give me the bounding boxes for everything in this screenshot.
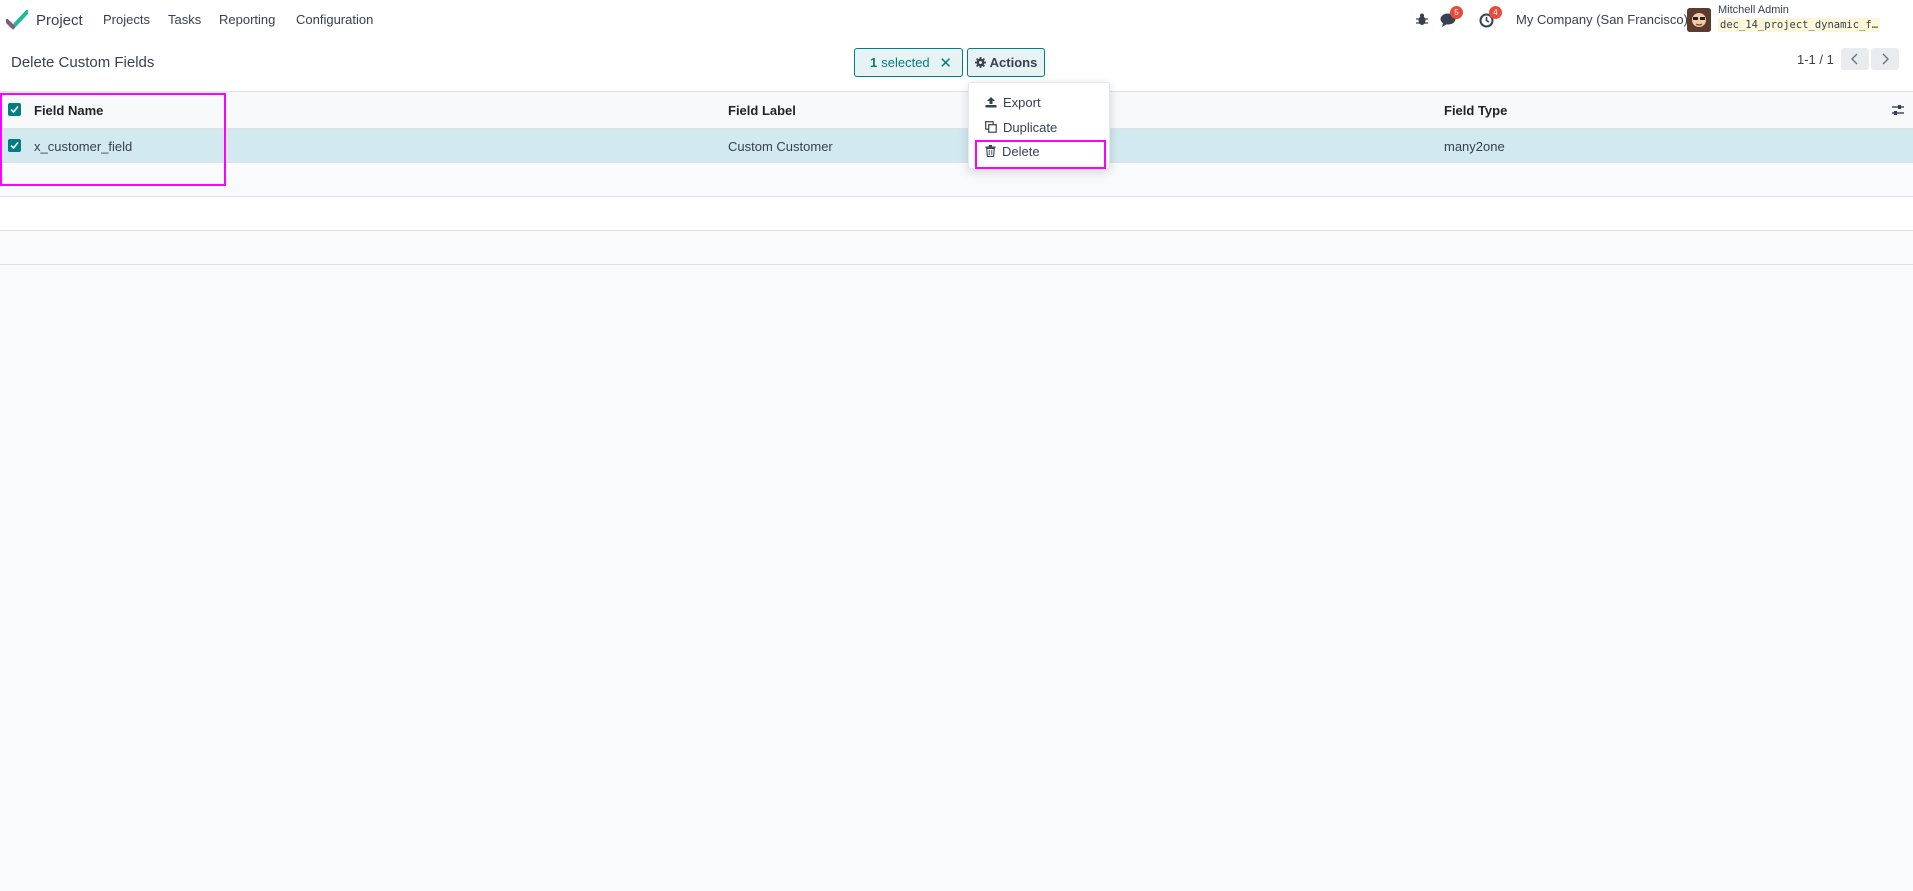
selected-count: 1 — [870, 55, 878, 70]
highlight-delete-action — [975, 140, 1106, 169]
menu-configuration[interactable]: Configuration — [296, 12, 373, 27]
highlight-selected-record — [0, 93, 226, 186]
avatar-icon — [1687, 8, 1711, 32]
selection-pill[interactable]: 1 selected ✕ — [854, 48, 963, 77]
user-name[interactable]: Mitchell Admin — [1718, 4, 1789, 16]
cell-field-label[interactable]: Custom Customer — [728, 139, 833, 154]
user-avatar[interactable] — [1687, 8, 1711, 32]
menu-projects[interactable]: Projects — [103, 12, 150, 27]
menu-item-duplicate-label: Duplicate — [1003, 119, 1058, 135]
custom-fields-list: Field Name Field Label Field Type x_cust… — [0, 92, 1913, 265]
cell-field-type[interactable]: many2one — [1444, 139, 1505, 154]
empty-row — [0, 163, 1913, 197]
activities-button[interactable]: 4 — [1479, 6, 1502, 28]
bug-icon[interactable] — [1416, 13, 1428, 26]
optional-columns-icon[interactable] — [1891, 103, 1905, 117]
actions-button[interactable]: Actions — [967, 48, 1045, 77]
column-header-field-type[interactable]: Field Type — [1444, 103, 1507, 118]
menu-item-export-label: Export — [1003, 94, 1041, 110]
pager-next-button[interactable] — [1871, 48, 1899, 70]
app-name[interactable]: Project — [36, 12, 83, 29]
control-panel: Delete Custom Fields 1 selected ✕ Action… — [0, 40, 1913, 92]
chevron-right-icon — [1882, 53, 1889, 65]
project-app-logo-icon[interactable] — [6, 10, 28, 30]
selected-label: selected — [881, 55, 930, 70]
unselect-all-icon[interactable]: ✕ — [939, 54, 952, 72]
gear-icon — [974, 57, 986, 68]
actions-label: Actions — [989, 55, 1038, 70]
pager-value[interactable]: 1-1 / 1 — [1797, 52, 1834, 67]
pager-previous-button[interactable] — [1841, 48, 1869, 70]
top-navbar: Project Projects Tasks Reporting Configu… — [0, 0, 1913, 40]
company-switcher[interactable]: My Company (San Francisco) — [1516, 12, 1688, 27]
empty-row — [0, 231, 1913, 265]
chevron-left-icon — [1851, 53, 1858, 65]
messages-button[interactable]: 5 — [1440, 6, 1463, 27]
menu-item-export[interactable]: Export — [985, 92, 1041, 112]
messages-badge: 5 — [1450, 6, 1463, 19]
table-header: Field Name Field Label Field Type — [0, 92, 1913, 129]
menu-item-duplicate[interactable]: Duplicate — [985, 117, 1057, 137]
menu-reporting[interactable]: Reporting — [219, 12, 275, 27]
upload-icon — [985, 97, 997, 108]
empty-row — [0, 197, 1913, 231]
database-name: dec_14_project_dynamic_f… — [1718, 18, 1881, 32]
page-title: Delete Custom Fields — [11, 54, 155, 71]
activities-badge: 4 — [1489, 6, 1502, 19]
column-header-field-label[interactable]: Field Label — [728, 103, 796, 118]
menu-tasks[interactable]: Tasks — [168, 12, 201, 27]
table-row[interactable]: x_customer_field Custom Customer many2on… — [0, 129, 1913, 163]
copy-icon — [985, 121, 997, 133]
